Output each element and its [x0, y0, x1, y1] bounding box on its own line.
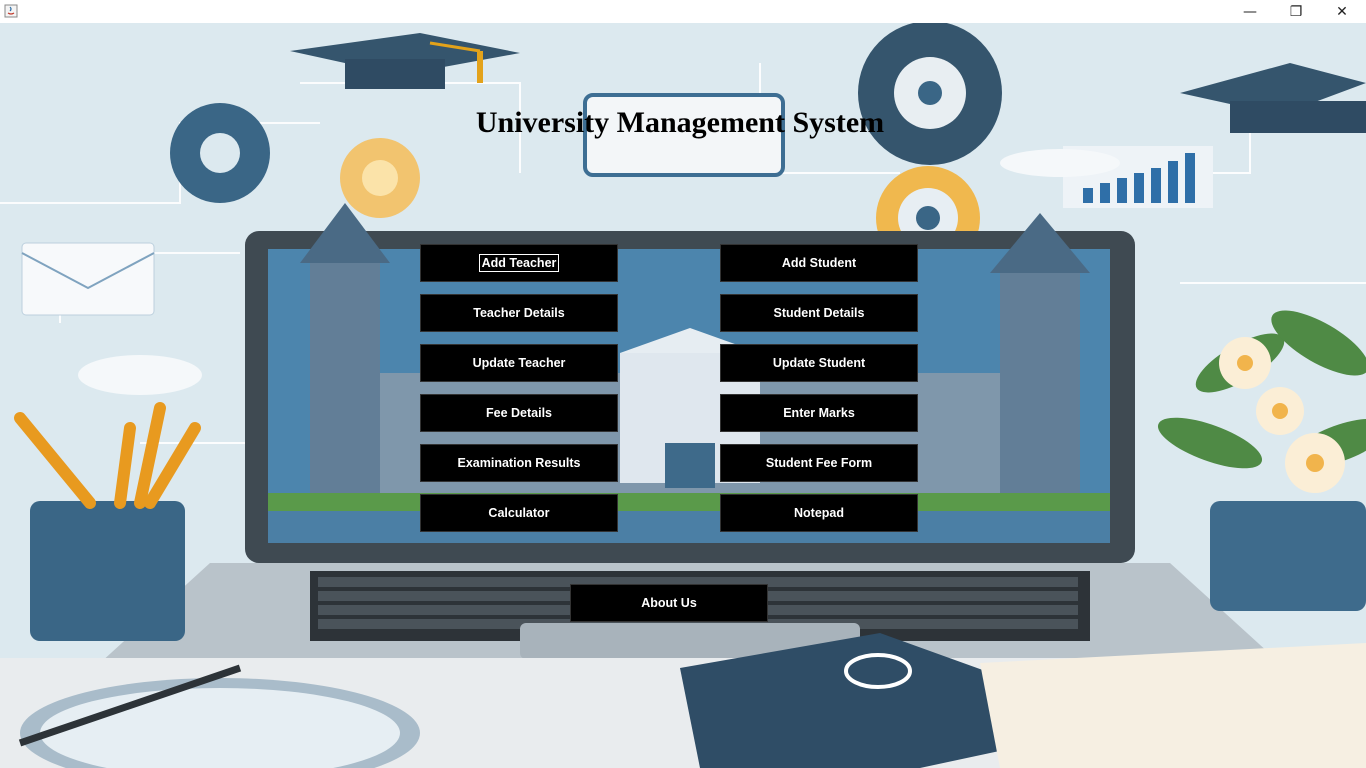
page-title: University Management System — [475, 106, 885, 139]
close-button[interactable]: ✕ — [1319, 0, 1365, 23]
about-us-label: About Us — [641, 596, 697, 610]
examination-results-label: Examination Results — [457, 456, 581, 470]
examination-results-button[interactable]: Examination Results — [420, 444, 618, 482]
update-teacher-label: Update Teacher — [472, 356, 566, 370]
update-teacher-button[interactable]: Update Teacher — [420, 344, 618, 382]
update-student-label: Update Student — [772, 356, 866, 370]
window-titlebar: — ❐ ✕ — [0, 0, 1366, 23]
maximize-button[interactable]: ❐ — [1273, 0, 1319, 23]
gear-icon — [858, 23, 1002, 165]
student-fee-form-label: Student Fee Form — [765, 456, 873, 470]
student-fee-form-button[interactable]: Student Fee Form — [720, 444, 918, 482]
student-details-label: Student Details — [773, 306, 865, 320]
gear-icon — [340, 138, 420, 218]
calculator-button[interactable]: Calculator — [420, 494, 618, 532]
fee-details-label: Fee Details — [485, 406, 552, 420]
fee-details-button[interactable]: Fee Details — [420, 394, 618, 432]
java-app-icon — [4, 4, 18, 18]
notepad-label: Notepad — [794, 506, 844, 520]
enter-marks-label: Enter Marks — [783, 406, 855, 420]
student-details-button[interactable]: Student Details — [720, 294, 918, 332]
teacher-details-label: Teacher Details — [473, 306, 565, 320]
add-student-button[interactable]: Add Student — [720, 244, 918, 282]
enter-marks-button[interactable]: Enter Marks — [720, 394, 918, 432]
minimize-button[interactable]: — — [1227, 0, 1273, 23]
teacher-details-button[interactable]: Teacher Details — [420, 294, 618, 332]
about-us-button[interactable]: About Us — [570, 584, 768, 622]
add-teacher-label: Add Teacher — [478, 254, 560, 272]
gear-icon — [170, 103, 270, 203]
calculator-label: Calculator — [488, 506, 550, 520]
add-student-label: Add Student — [781, 256, 857, 270]
notepad-button[interactable]: Notepad — [720, 494, 918, 532]
add-teacher-button[interactable]: Add Teacher — [420, 244, 618, 282]
update-student-button[interactable]: Update Student — [720, 344, 918, 382]
